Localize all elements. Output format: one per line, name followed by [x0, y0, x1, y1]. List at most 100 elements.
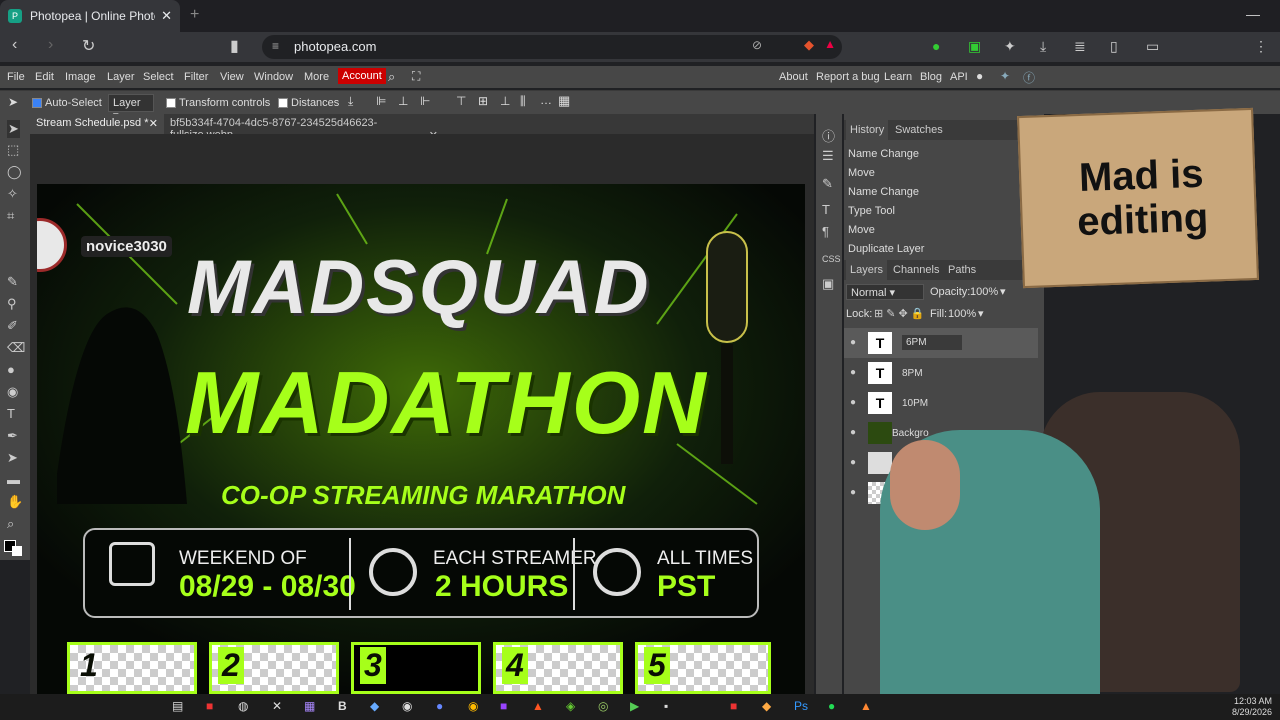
menu-about[interactable]: About: [779, 71, 808, 83]
hand-tool-icon[interactable]: ✋: [7, 494, 23, 510]
x-icon[interactable]: ✕: [272, 699, 282, 713]
address-bar[interactable]: ≡ photopea.com ⊘ ◆ ▲: [262, 35, 842, 59]
shape-tool-icon[interactable]: ▬: [7, 472, 20, 487]
download-icon[interactable]: ⤓: [1040, 38, 1046, 55]
voicemod-icon[interactable]: ■: [206, 699, 213, 713]
brave-rewards-icon[interactable]: ▲: [824, 37, 836, 51]
reddit-icon[interactable]: ●: [976, 69, 983, 83]
tab-swatches[interactable]: Swatches: [895, 124, 943, 136]
new-tab-icon[interactable]: +: [190, 6, 199, 24]
align-middle-icon[interactable]: ⊞: [478, 94, 488, 108]
app-purple-icon[interactable]: ■: [500, 699, 507, 713]
menu-image[interactable]: Image: [65, 71, 96, 83]
move-tool-icon[interactable]: ➤: [7, 120, 20, 138]
menu-file[interactable]: File: [7, 71, 25, 83]
brush-panel-icon[interactable]: ✎: [822, 176, 833, 192]
stamp-tool-icon[interactable]: ⚲: [7, 296, 17, 312]
visibility-eye-icon[interactable]: ●: [850, 457, 856, 468]
fill-dropdown-icon[interactable]: ▾: [978, 307, 984, 320]
align-bottom-icon[interactable]: ⊥: [500, 94, 510, 108]
auto-select-checkbox[interactable]: Auto-Select: [32, 97, 102, 109]
account-button[interactable]: Account: [338, 68, 386, 84]
zoom-tool-icon[interactable]: ⌕: [7, 516, 14, 532]
history-brush-icon[interactable]: ✐: [7, 318, 18, 334]
tab-layers[interactable]: Layers: [846, 260, 888, 280]
chrome-icon[interactable]: ◉: [468, 699, 478, 713]
eraser-tool-icon[interactable]: ⌫: [7, 340, 25, 356]
css-icon[interactable]: CSS: [822, 254, 841, 264]
xbox-icon[interactable]: ◎: [598, 699, 608, 713]
layer-row-8pm[interactable]: ● T 8PM: [844, 358, 1038, 388]
system-clock[interactable]: 12:03 AM 8/29/2026: [1232, 696, 1272, 718]
history-item[interactable]: Name Change: [848, 148, 1028, 160]
menu-view[interactable]: View: [220, 71, 244, 83]
menu-window[interactable]: Window: [254, 71, 293, 83]
lasso-tool-icon[interactable]: ◯: [7, 164, 22, 180]
app-flame-icon[interactable]: ▲: [860, 699, 872, 713]
blend-mode-select[interactable]: Normal ▾: [846, 284, 924, 300]
close-tab-icon[interactable]: ✕: [161, 8, 172, 24]
menu-blog[interactable]: Blog: [920, 71, 942, 83]
document-canvas[interactable]: novice3030 MADSQUAD MADATHON CO-OP STREA…: [37, 184, 805, 694]
bookmark-icon[interactable]: ▮: [230, 36, 239, 56]
marquee-tool-icon[interactable]: ⬚: [7, 142, 19, 158]
brave-icon[interactable]: ▲: [532, 699, 544, 713]
menu-api[interactable]: API: [950, 71, 968, 83]
layer-row-10pm[interactable]: ● T 10PM: [844, 388, 1038, 418]
brave-shield-icon[interactable]: ◆: [804, 37, 814, 53]
menu-filter[interactable]: Filter: [184, 71, 208, 83]
back-icon[interactable]: ‹: [12, 36, 17, 54]
blur-tool-icon[interactable]: ●: [7, 362, 15, 377]
visibility-eye-icon[interactable]: ●: [850, 337, 856, 348]
align-left-icon[interactable]: ⊫: [376, 94, 386, 108]
minimize-icon[interactable]: —: [1246, 6, 1260, 22]
close-doc-icon[interactable]: ✕: [149, 117, 158, 130]
visibility-eye-icon[interactable]: ●: [850, 487, 856, 498]
menu-edit[interactable]: Edit: [35, 71, 54, 83]
layer-row-6pm[interactable]: ● T 6PM: [844, 328, 1038, 358]
crop-tool-icon[interactable]: ⌗: [7, 208, 14, 224]
extension-green-icon[interactable]: ●: [932, 38, 940, 54]
doc-tab-stream-schedule[interactable]: Stream Schedule.psd * ✕: [30, 114, 164, 134]
app-b-icon[interactable]: B: [338, 699, 347, 713]
distribute-icon[interactable]: ⫼: [520, 94, 526, 109]
extension-grid-icon[interactable]: ▣: [968, 38, 981, 55]
tab-channels[interactable]: Channels: [893, 264, 939, 276]
layer-select[interactable]: Layer ▾: [108, 94, 154, 122]
fill-value[interactable]: 100%: [948, 308, 976, 320]
more-options-icon[interactable]: …: [540, 93, 552, 107]
background-color-swatch[interactable]: [12, 546, 22, 556]
dodge-tool-icon[interactable]: ◉: [7, 384, 18, 400]
reload-icon[interactable]: ↻: [82, 36, 95, 56]
doc-tab-webp[interactable]: bf5b334f-4704-4dc5-8767-234525d46623-ful…: [164, 114, 442, 142]
menu-report-bug[interactable]: Report a bug: [816, 71, 880, 83]
obs-icon[interactable]: ◉: [402, 699, 412, 713]
sidebar-icon[interactable]: ▯: [1110, 38, 1118, 55]
site-info-icon[interactable]: ≡: [272, 39, 279, 53]
discord-icon[interactable]: ●: [436, 699, 443, 713]
align-top-icon[interactable]: ⊤: [456, 94, 466, 108]
visibility-eye-icon[interactable]: ●: [850, 367, 856, 378]
adjustments-icon[interactable]: ☰: [822, 148, 834, 164]
info-icon[interactable]: ⓘ: [822, 126, 835, 145]
history-item[interactable]: Name Change: [848, 186, 1028, 198]
opacity-value[interactable]: 100%: [970, 286, 998, 298]
extensions-icon[interactable]: ✦: [1004, 38, 1016, 55]
app-red-icon[interactable]: ■: [730, 699, 737, 713]
menu-more[interactable]: More: [304, 71, 329, 83]
app-stack-icon[interactable]: ◈: [566, 699, 575, 713]
path-select-icon[interactable]: ➤: [7, 450, 18, 466]
browser-tab[interactable]: P Photopea | Online Photo Edito ✕: [0, 0, 180, 32]
spotify-icon[interactable]: ●: [828, 699, 835, 713]
download-layer-icon[interactable]: ⤓: [348, 94, 353, 109]
file-explorer-icon[interactable]: ▤: [172, 699, 183, 713]
app-grid-icon[interactable]: ▦: [304, 699, 315, 713]
history-item[interactable]: Move: [848, 167, 1028, 179]
search-icon[interactable]: ⌕: [388, 69, 395, 85]
menu-layer[interactable]: Layer: [107, 71, 135, 83]
visibility-eye-icon[interactable]: ●: [850, 397, 856, 408]
menu-learn[interactable]: Learn: [884, 71, 912, 83]
no-image-icon[interactable]: ⊘: [752, 38, 762, 52]
tab-history[interactable]: History: [846, 120, 889, 140]
magic-wand-icon[interactable]: ✧: [7, 186, 18, 202]
